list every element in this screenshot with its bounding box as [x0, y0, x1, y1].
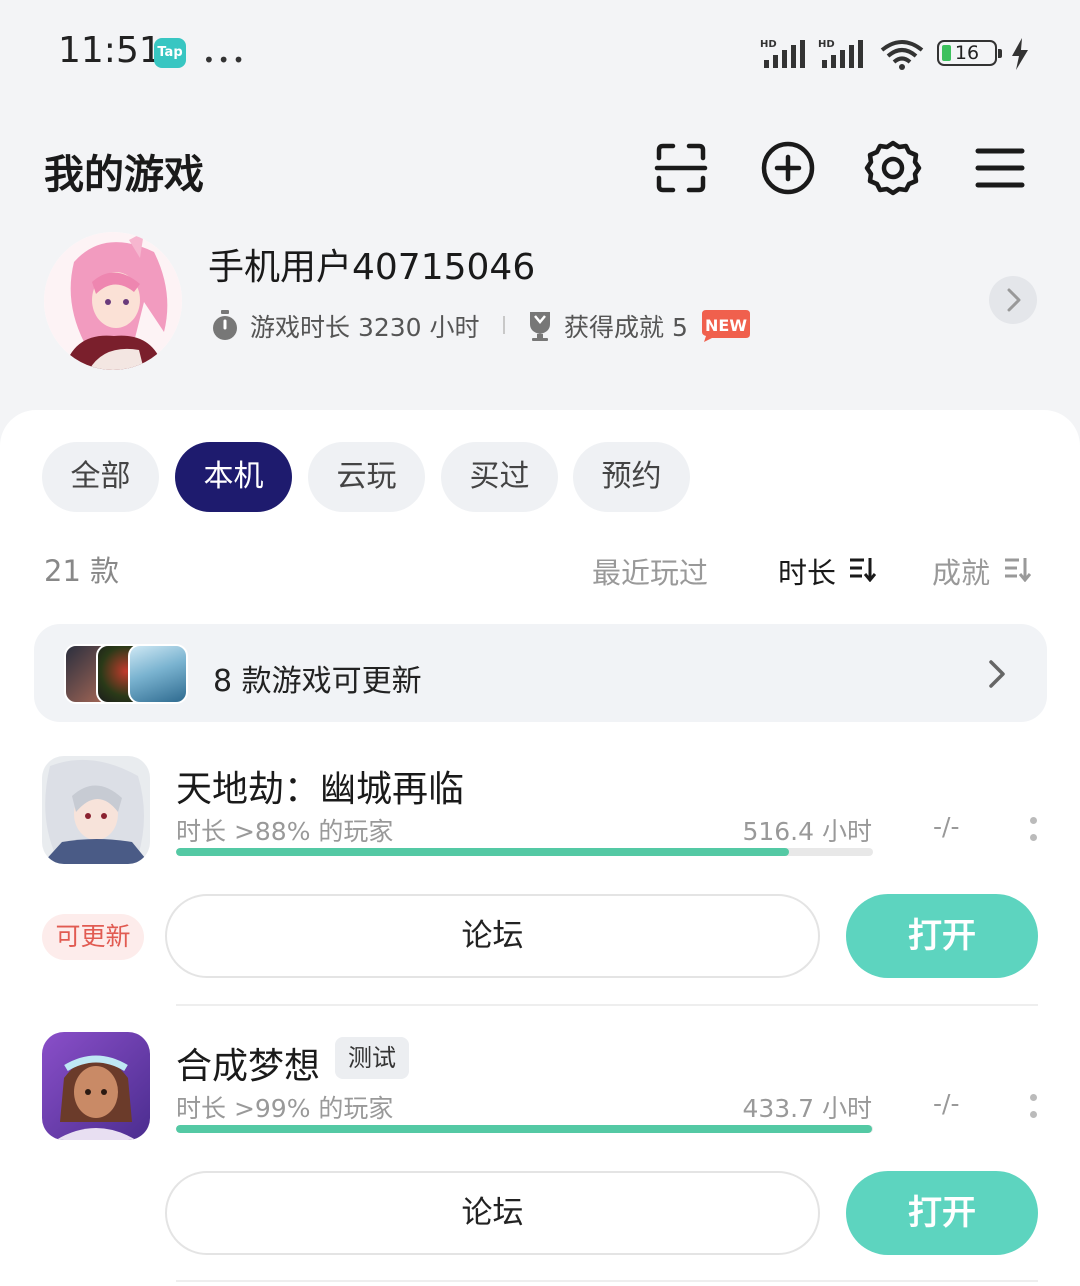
add-circle-icon[interactable]: [758, 138, 818, 198]
game-achievement: -/-: [933, 1089, 960, 1118]
taptap-app-icon: Tap: [154, 38, 186, 68]
tab-all[interactable]: 全部: [42, 442, 159, 512]
new-badge: NEW: [702, 310, 750, 342]
sort-desc-icon-2[interactable]: [1003, 556, 1031, 582]
game-title[interactable]: 天地劫：幽城再临: [176, 760, 464, 812]
status-bar: 11:51 Tap ••• HD HD 16: [0, 0, 1080, 110]
signal-icon-2: HD: [818, 39, 863, 68]
sort-duration[interactable]: 时长: [778, 550, 836, 592]
svg-text:HD: HD: [818, 39, 835, 50]
tab-local[interactable]: 本机: [175, 442, 292, 512]
svg-text:NEW: NEW: [705, 316, 747, 335]
notification-more-icon: •••: [203, 48, 248, 72]
wifi-icon: [880, 40, 924, 70]
menu-icon[interactable]: [970, 138, 1030, 198]
status-time: 11:51: [58, 30, 162, 71]
forum-button[interactable]: 论坛: [165, 894, 820, 978]
trophy-icon: [530, 312, 550, 341]
beta-tag: 测试: [335, 1037, 409, 1079]
sort-recent[interactable]: 最近玩过: [592, 550, 708, 592]
game-icon[interactable]: [42, 1032, 150, 1140]
divider: [176, 1280, 1038, 1282]
open-button[interactable]: 打开: [846, 1171, 1038, 1255]
battery-icon: 16: [937, 40, 1002, 66]
scan-icon[interactable]: [651, 138, 711, 198]
game-icon[interactable]: [42, 756, 150, 864]
playtime-progress: [176, 1125, 873, 1133]
playtime-progress: [176, 848, 873, 856]
more-options-icon[interactable]: [1030, 817, 1038, 851]
signal-icon: HD: [760, 39, 805, 68]
chevron-right-icon: [1007, 288, 1021, 312]
game-achievement: -/-: [933, 812, 960, 841]
username: 手机用户40715046: [208, 247, 536, 288]
sort-achievement[interactable]: 成就: [932, 550, 990, 592]
achievements-stat: 获得成就 5: [564, 313, 688, 342]
profile-detail-button[interactable]: [989, 276, 1037, 324]
sort-desc-icon[interactable]: [848, 556, 876, 582]
stopwatch-icon: [213, 310, 237, 340]
divider: [176, 1004, 1038, 1006]
gear-icon[interactable]: [863, 138, 923, 198]
chevron-right-icon: [989, 660, 1005, 688]
stat-divider: [503, 316, 505, 334]
game-count: 21 款: [44, 554, 120, 588]
game-title[interactable]: 合成梦想: [176, 1037, 320, 1089]
game-rank-stat: 时长 >99% 的玩家: [176, 1094, 394, 1123]
tab-purchased[interactable]: 买过: [441, 442, 558, 512]
game-hours: 516.4 小时: [742, 817, 872, 846]
charging-icon: [1012, 38, 1028, 70]
forum-button[interactable]: 论坛: [165, 1171, 820, 1255]
update-game-icon-3: [128, 644, 188, 704]
tab-reserved[interactable]: 预约: [573, 442, 690, 512]
playtime-stat: 游戏时长 3230 小时: [250, 313, 480, 342]
tab-cloud[interactable]: 云玩: [308, 442, 425, 512]
avatar[interactable]: [44, 232, 182, 370]
page-title: 我的游戏: [44, 152, 204, 198]
update-tag: 可更新: [42, 914, 144, 960]
update-text: 8 款游戏可更新: [213, 664, 422, 699]
svg-text:HD: HD: [760, 39, 777, 50]
game-hours: 433.7 小时: [742, 1094, 872, 1123]
more-options-icon[interactable]: [1030, 1094, 1038, 1128]
open-button[interactable]: 打开: [846, 894, 1038, 978]
game-rank-stat: 时长 >88% 的玩家: [176, 817, 394, 846]
